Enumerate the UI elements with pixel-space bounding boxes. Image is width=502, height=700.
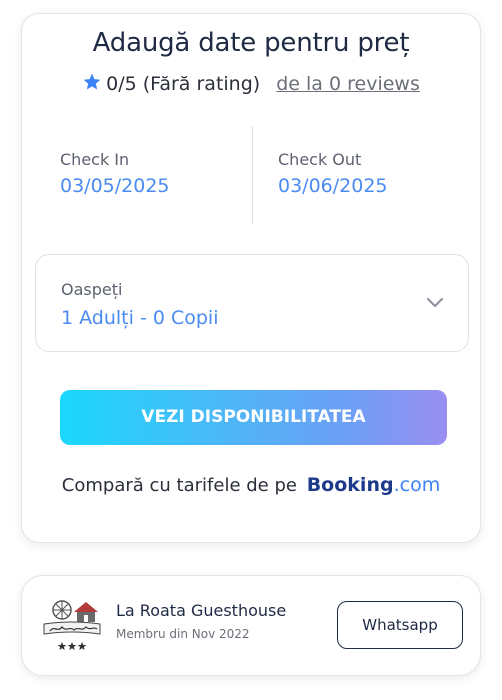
check-in-label: Check In xyxy=(60,150,130,169)
host-name: La Roata Guesthouse xyxy=(116,601,287,620)
guesthouse-logo-icon xyxy=(43,600,101,650)
check-out-label: Check Out xyxy=(278,150,362,169)
date-divider xyxy=(252,126,253,224)
booking-logo[interactable]: Booking.com xyxy=(307,474,441,496)
rating-summary: 0/5 (Fără rating) de la 0 reviews xyxy=(22,72,480,95)
host-card: La Roata Guesthouse Membru din Nov 2022 … xyxy=(21,575,481,676)
compare-rates: Compară cu tarifele de pe Booking.com xyxy=(22,474,480,496)
booking-logo-main: Booking xyxy=(306,474,394,496)
guests-value: 1 Adulți - 0 Copii xyxy=(61,307,219,329)
booking-logo-suffix: .com xyxy=(393,474,441,496)
date-range: Check In 03/05/2025 Check Out 03/06/2025 xyxy=(22,126,480,224)
reviews-link[interactable]: de la 0 reviews xyxy=(276,73,420,95)
check-availability-button[interactable]: VEZI DISPONIBILITATEA xyxy=(60,390,447,445)
chevron-down-icon xyxy=(427,298,443,307)
check-in-value: 03/05/2025 xyxy=(60,175,170,197)
guests-label: Oaspeți xyxy=(61,280,123,299)
whatsapp-button[interactable]: Whatsapp xyxy=(337,601,463,649)
star-icon xyxy=(83,73,101,90)
guests-select[interactable]: Oaspeți 1 Adulți - 0 Copii xyxy=(35,254,469,352)
check-in-field[interactable]: Check In 03/05/2025 xyxy=(60,150,170,197)
member-since: Membru din Nov 2022 xyxy=(116,627,250,641)
booking-card: Adaugă date pentru preț 0/5 (Fără rating… xyxy=(21,13,481,543)
rating-label: (Fără rating) xyxy=(142,73,261,95)
compare-text: Compară cu tarifele de pe xyxy=(61,475,297,496)
rating-score: 0/5 xyxy=(106,73,137,95)
check-out-field[interactable]: Check Out 03/06/2025 xyxy=(278,150,388,197)
check-out-value: 03/06/2025 xyxy=(278,175,388,197)
page-title: Adaugă date pentru preț xyxy=(92,28,410,58)
